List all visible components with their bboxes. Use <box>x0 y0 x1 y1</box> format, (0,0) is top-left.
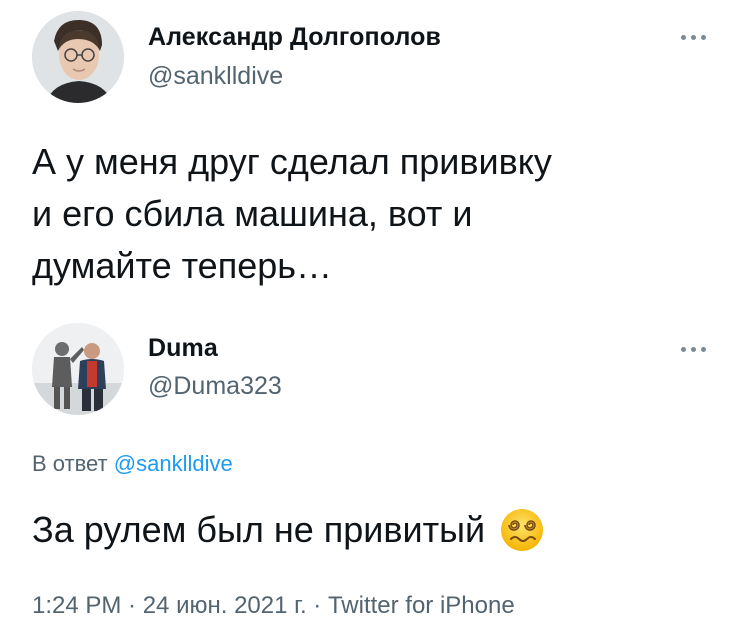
avatar-statue-photo-image <box>32 323 124 415</box>
reply-to-label: В ответ <box>32 451 108 476</box>
avatar-portrait-image <box>32 11 124 103</box>
reply-text: За рулем был не привитый <box>32 509 486 550</box>
author-avatar[interactable] <box>32 11 124 103</box>
author-name[interactable]: Александр Долгополов <box>148 23 441 52</box>
more-dot <box>690 346 696 352</box>
more-horizontal-icon[interactable] <box>673 30 713 44</box>
tweet-text-line: думайте теперь… <box>32 245 332 286</box>
more-dot <box>690 34 696 40</box>
reply-to-handle-link[interactable]: @sanklldive <box>114 451 233 476</box>
more-dot <box>680 34 686 40</box>
tweet-timestamp[interactable]: 1:24 PM · 24 июн. 2021 г. · Twitter for … <box>32 592 515 620</box>
author-handle[interactable]: @sanklldive <box>148 62 283 91</box>
reply-to-line: В ответ @sanklldive <box>32 451 233 477</box>
tweet-text-line: А у меня друг сделал прививку <box>32 141 552 182</box>
more-dot <box>680 346 686 352</box>
dizzy-face-emoji-icon <box>499 507 545 553</box>
reply-author-handle[interactable]: @Duma323 <box>148 372 282 401</box>
reply-text-row: За рулем был не привитый <box>32 504 545 556</box>
tweet-text-line: и его сбила машина, вот и <box>32 193 473 234</box>
more-dot <box>700 34 706 40</box>
more-dot <box>700 346 706 352</box>
reply-author-name[interactable]: Duma <box>148 334 218 363</box>
tweet-text: А у меня друг сделал прививку и его сбил… <box>32 136 552 292</box>
reply-author-avatar[interactable] <box>32 323 124 415</box>
more-horizontal-icon[interactable] <box>673 342 713 356</box>
